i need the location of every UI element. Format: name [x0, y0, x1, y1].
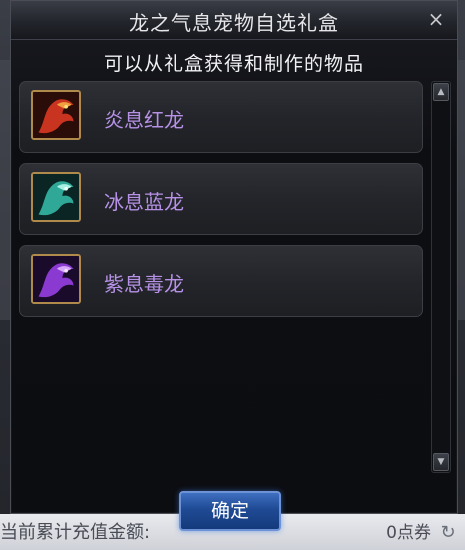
dialog-title: 龙之气息宠物自选礼盒	[129, 11, 339, 35]
scroll-down-icon[interactable]: ▼	[433, 453, 449, 471]
points-value: 0点券	[386, 523, 431, 543]
scroll-up-icon[interactable]: ▲	[433, 83, 449, 101]
total-recharge-label: 当前累计充值金额:	[0, 522, 151, 543]
refresh-icon[interactable]: ↻	[439, 524, 457, 542]
gift-box-dialog: 龙之气息宠物自选礼盒 × 可以从礼盒获得和制作的物品 炎息红龙 冰息蓝龙 紫息毒…	[10, 0, 458, 531]
list-item-poison-dragon[interactable]: 紫息毒龙	[19, 245, 423, 317]
ice-dragon-icon	[31, 172, 81, 222]
red-dragon-icon	[31, 90, 81, 140]
poison-dragon-icon	[31, 254, 81, 304]
scrollbar[interactable]: ▲ ▼	[431, 81, 451, 473]
item-name: 紫息毒龙	[104, 272, 184, 296]
confirm-button[interactable]: 确定	[179, 491, 281, 531]
dialog-titlebar[interactable]: 龙之气息宠物自选礼盒 ×	[11, 1, 457, 40]
dialog-subtitle: 可以从礼盒获得和制作的物品	[103, 53, 364, 75]
item-name: 炎息红龙	[104, 108, 184, 132]
item-name: 冰息蓝龙	[104, 190, 184, 214]
close-icon[interactable]: ×	[425, 8, 447, 30]
list-item-red-dragon[interactable]: 炎息红龙	[19, 81, 423, 153]
list-item-ice-dragon[interactable]: 冰息蓝龙	[19, 163, 423, 235]
item-list: 炎息红龙 冰息蓝龙 紫息毒龙	[19, 81, 423, 327]
